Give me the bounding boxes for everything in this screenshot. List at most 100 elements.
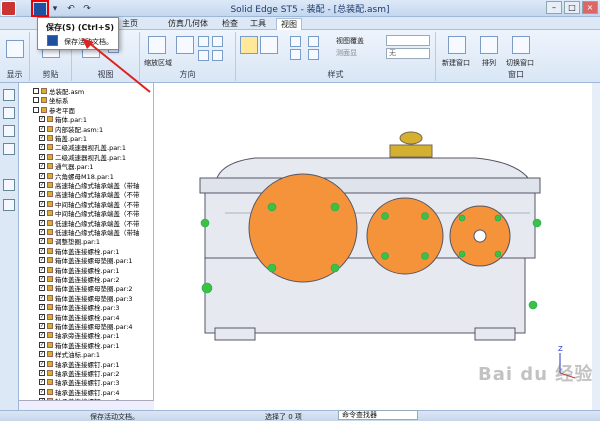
style-dropdown[interactable]: 无 [386, 48, 430, 59]
style-icon[interactable] [290, 36, 301, 47]
checkbox-icon[interactable]: ✓ [39, 182, 45, 188]
checkbox-icon[interactable]: ✓ [39, 163, 45, 170]
undo-icon[interactable]: ↶ [64, 2, 78, 16]
fit-icon[interactable] [176, 36, 194, 54]
tree-item[interactable]: ✓ 中间轴凸缘式轴承端盖（不带 [39, 200, 140, 209]
gear-intermediate[interactable] [366, 197, 444, 275]
tree-item[interactable]: ✓ 箱体盖连接螺母垫圈.par:4 [39, 322, 133, 331]
tree-item[interactable]: ✓ 箱体.par:1 [39, 115, 87, 124]
light-icon[interactable] [308, 36, 319, 47]
tree-item[interactable]: ✓ 轴承盖连接螺钉.par:4 [39, 388, 120, 397]
checkbox-icon[interactable]: ✓ [39, 379, 45, 386]
tab-view[interactable]: 视图 [276, 18, 302, 30]
tree-item[interactable]: ✓ 样式油标.par:1 [39, 350, 100, 359]
checkbox-icon[interactable]: ✓ [39, 351, 45, 358]
tree-scrollbar[interactable] [19, 400, 154, 410]
tree-item[interactable]: ✓ 高速轴凸缘式轴承端盖（不带 [39, 190, 140, 199]
checkbox-icon[interactable]: ✓ [39, 388, 45, 395]
tree-item[interactable]: ✓ 低速轴凸缘式轴承端盖（不带 [39, 219, 140, 228]
tree-item[interactable]: ✓ 通气器.par:1 [39, 162, 94, 171]
rotate-icon[interactable] [198, 50, 209, 61]
checkbox-icon[interactable]: ✓ [39, 125, 45, 132]
checkbox-icon[interactable]: ✓ [39, 135, 45, 141]
checkbox-icon[interactable]: ✓ [39, 276, 45, 282]
tree-item[interactable]: ✓ 箱体盖连接螺栓.par:3 [39, 303, 120, 312]
tree-item[interactable]: ✓ 箱体盖连接螺栓.par:2 [39, 275, 120, 284]
gear-low-speed[interactable] [248, 173, 358, 283]
wireframe-icon[interactable] [260, 36, 278, 54]
open-icon[interactable]: ▾ [48, 2, 62, 16]
tree-item[interactable]: ✓ 高速轴凸缘式轴承端盖（带轴 [39, 181, 140, 190]
tree-item[interactable]: ✓ 箱体盖连接螺栓.par:1 [39, 266, 120, 275]
tree-item[interactable]: ✓ 箱体盖连接螺母垫圈.par:3 [39, 294, 133, 303]
tree-item[interactable]: ✓ 箱体盖连接螺母垫圈.par:2 [39, 284, 133, 293]
minimize-icon[interactable]: – [546, 1, 562, 14]
checkbox-icon[interactable]: ✓ [39, 191, 45, 198]
checkbox-icon[interactable]: ✓ [39, 313, 45, 320]
maximize-icon[interactable]: □ [564, 1, 580, 14]
checkbox-icon[interactable] [33, 106, 39, 113]
tab-tools[interactable]: 工具 [250, 18, 266, 29]
checkbox-icon[interactable]: ✓ [39, 294, 45, 301]
tree-item[interactable]: ✓ 六角螺母M18.par:1 [39, 172, 114, 181]
pan-icon[interactable] [212, 36, 223, 47]
redo-icon[interactable]: ↷ [80, 2, 94, 16]
overlay-dropdown[interactable] [386, 35, 430, 46]
spin-icon[interactable] [212, 50, 223, 61]
tree-item[interactable]: 坐标系 [33, 96, 69, 105]
checkbox-icon[interactable]: ✓ [39, 304, 45, 311]
checkbox-icon[interactable]: ✓ [39, 238, 45, 245]
tool-icon[interactable] [3, 125, 15, 137]
tab-simulation-geometry[interactable]: 仿真几何体 [168, 18, 208, 29]
tool-icon[interactable] [3, 89, 15, 101]
tree-item[interactable]: 参考平面 [33, 106, 75, 115]
tree-item[interactable]: ✓ 二级减速器视孔盖.par:1 [39, 153, 126, 162]
tree-item[interactable]: 总装配.asm [33, 87, 84, 96]
style2-icon[interactable] [290, 49, 301, 60]
tree-item[interactable]: ✓ 内部装配.asm:1 [39, 125, 103, 134]
shaded-icon[interactable] [240, 36, 258, 54]
checkbox-icon[interactable]: ✓ [39, 360, 45, 367]
zoom-icon[interactable] [198, 36, 209, 47]
command-finder-input[interactable]: 命令查找器 [338, 410, 418, 420]
tool-icon[interactable] [3, 199, 15, 211]
tab-inspect[interactable]: 检查 [222, 18, 238, 29]
checkbox-icon[interactable]: ✓ [39, 285, 45, 292]
tree-item[interactable]: ✓ 轴承盖连接螺钉.par:1 [39, 360, 120, 369]
tree-item[interactable]: ✓ 箱体盖连接螺栓.par:1 [39, 341, 120, 350]
checkbox-icon[interactable]: ✓ [39, 219, 45, 226]
checkbox-icon[interactable]: ✓ [39, 266, 45, 273]
shadow-icon[interactable] [308, 49, 319, 60]
tree-item[interactable]: ✓ 箱体盖连接螺栓.par:4 [39, 313, 120, 322]
zoom-area-icon[interactable] [148, 36, 166, 54]
tree-item[interactable]: ✓ 二级减速器视孔盖.par:1 [39, 143, 126, 152]
checkbox-icon[interactable]: ✓ [39, 323, 45, 329]
tree-item[interactable]: ✓ 低速轴凸缘式轴承端盖（带轴 [39, 228, 140, 237]
checkbox-icon[interactable]: ✓ [39, 370, 45, 376]
checkbox-icon[interactable]: ✓ [39, 144, 45, 151]
tool-icon[interactable] [3, 143, 15, 155]
tree-item[interactable]: ✓ 轴承盖连接螺钉.par:2 [39, 369, 120, 378]
tool-icon[interactable] [3, 179, 15, 191]
checkbox-icon[interactable]: ✓ [39, 116, 45, 123]
checkbox-icon[interactable] [33, 88, 39, 94]
checkbox-icon[interactable]: ✓ [39, 200, 45, 207]
tree-item[interactable]: ✓ 轴承盖连接螺钉.par:3 [39, 378, 120, 387]
tab-home[interactable]: 主页 [122, 18, 138, 29]
checkbox-icon[interactable] [33, 97, 39, 104]
checkbox-icon[interactable]: ✓ [39, 153, 45, 160]
tree-item[interactable]: ✓ 箱体盖连接螺母垫圈.par:1 [39, 256, 133, 265]
tree-item[interactable]: ✓ 箱盖.par:1 [39, 134, 87, 143]
tool-icon[interactable] [3, 107, 15, 119]
tree-item[interactable]: ✓ 箱体盖连接螺栓.par:1 [39, 247, 120, 256]
display-icon[interactable] [6, 40, 24, 58]
checkbox-icon[interactable]: ✓ [39, 341, 45, 348]
tree-item[interactable]: ✓ 调整垫圈.par:1 [39, 237, 100, 246]
checkbox-icon[interactable]: ✓ [39, 257, 45, 264]
checkbox-icon[interactable]: ✓ [39, 172, 45, 179]
checkbox-icon[interactable]: ✓ [39, 332, 45, 339]
checkbox-icon[interactable]: ✓ [39, 210, 45, 217]
checkbox-icon[interactable]: ✓ [39, 247, 45, 254]
new-window-icon[interactable] [448, 36, 466, 54]
tree-item[interactable]: ✓ 中间轴凸缘式轴承端盖（不带 [39, 209, 140, 218]
